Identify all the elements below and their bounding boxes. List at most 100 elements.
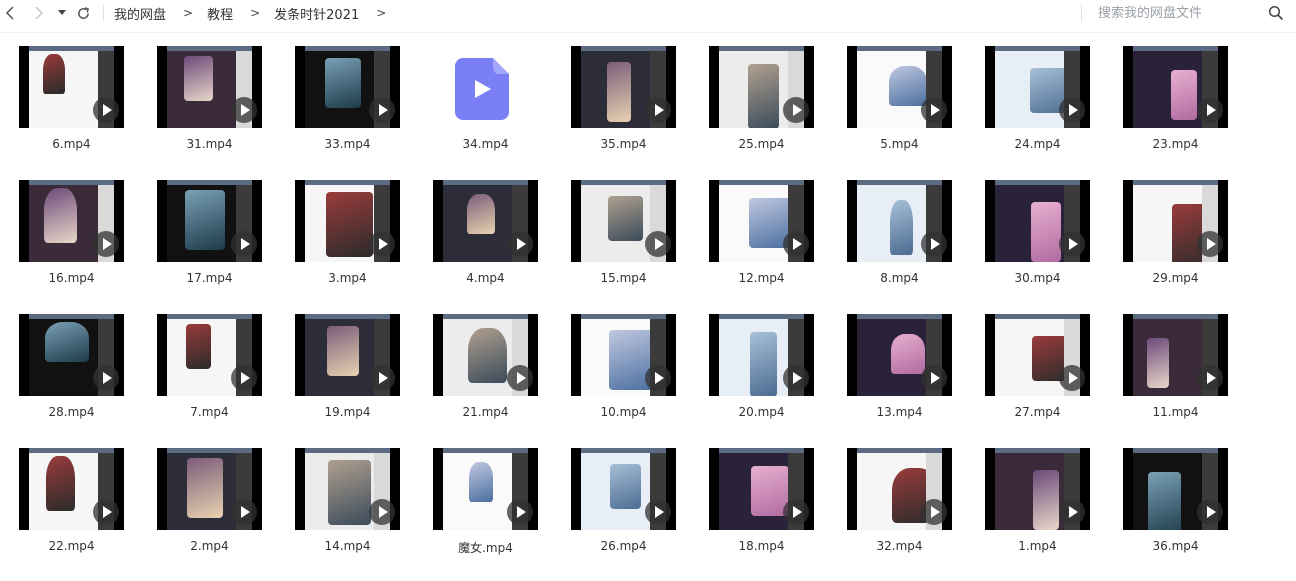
- file-tile[interactable]: 魔女.mp4: [415, 448, 553, 581]
- file-name: 22.mp4: [48, 539, 95, 553]
- play-icon[interactable]: [93, 231, 119, 257]
- play-icon[interactable]: [1059, 499, 1085, 525]
- file-name: 35.mp4: [600, 137, 647, 151]
- toolbar-bottom-border: [0, 32, 1296, 33]
- file-tile[interactable]: 10.mp4: [553, 314, 691, 448]
- play-icon[interactable]: [507, 365, 533, 391]
- search-input[interactable]: [1098, 3, 1268, 23]
- file-name: 16.mp4: [48, 271, 95, 285]
- video-thumbnail: [985, 448, 1090, 530]
- file-tile[interactable]: 11.mp4: [1105, 314, 1243, 448]
- play-icon[interactable]: [507, 231, 533, 257]
- play-icon[interactable]: [921, 499, 947, 525]
- back-button[interactable]: [1, 3, 19, 23]
- file-tile[interactable]: 12.mp4: [691, 180, 829, 314]
- video-thumbnail: [1123, 448, 1228, 530]
- play-icon[interactable]: [231, 231, 257, 257]
- file-tile[interactable]: 19.mp4: [277, 314, 415, 448]
- play-icon[interactable]: [645, 97, 671, 123]
- thumbnail-artwork: [608, 196, 643, 241]
- file-tile[interactable]: 16.mp4: [1, 180, 139, 314]
- file-tile[interactable]: 36.mp4: [1105, 448, 1243, 581]
- play-icon[interactable]: [231, 97, 257, 123]
- file-tile[interactable]: 4.mp4: [415, 180, 553, 314]
- file-tile[interactable]: 6.mp4: [1, 46, 139, 180]
- file-tile[interactable]: 3.mp4: [277, 180, 415, 314]
- play-icon[interactable]: [783, 97, 809, 123]
- forward-button[interactable]: [30, 3, 48, 23]
- play-icon[interactable]: [93, 97, 119, 123]
- file-tile[interactable]: 27.mp4: [967, 314, 1105, 448]
- file-name: 32.mp4: [876, 539, 923, 553]
- play-icon[interactable]: [369, 499, 395, 525]
- file-tile[interactable]: 33.mp4: [277, 46, 415, 180]
- file-tile[interactable]: 20.mp4: [691, 314, 829, 448]
- play-icon[interactable]: [1059, 365, 1085, 391]
- file-tile[interactable]: 14.mp4: [277, 448, 415, 581]
- file-tile[interactable]: 30.mp4: [967, 180, 1105, 314]
- file-tile[interactable]: 7.mp4: [139, 314, 277, 448]
- file-tile[interactable]: 32.mp4: [829, 448, 967, 581]
- file-tile[interactable]: 23.mp4: [1105, 46, 1243, 180]
- file-name: 魔女.mp4: [458, 541, 513, 555]
- play-icon[interactable]: [369, 97, 395, 123]
- file-tile[interactable]: 15.mp4: [553, 180, 691, 314]
- play-icon[interactable]: [1197, 231, 1223, 257]
- breadcrumb-item-root[interactable]: 我的网盘: [114, 4, 166, 23]
- refresh-button[interactable]: [73, 3, 93, 23]
- play-icon[interactable]: [231, 365, 257, 391]
- file-tile[interactable]: 13.mp4: [829, 314, 967, 448]
- thumbnail-artwork: [326, 192, 373, 257]
- play-icon[interactable]: [1059, 231, 1085, 257]
- play-icon[interactable]: [369, 365, 395, 391]
- file-tile[interactable]: 17.mp4: [139, 180, 277, 314]
- play-icon[interactable]: [645, 365, 671, 391]
- file-tile[interactable]: 18.mp4: [691, 448, 829, 581]
- file-tile[interactable]: 35.mp4: [553, 46, 691, 180]
- search-icon[interactable]: [1268, 5, 1284, 21]
- video-thumbnail: [19, 314, 124, 396]
- thumbnail-artwork: [185, 190, 225, 250]
- play-icon[interactable]: [783, 231, 809, 257]
- video-thumbnail: [571, 314, 676, 396]
- file-tile[interactable]: 22.mp4: [1, 448, 139, 581]
- file-tile[interactable]: 34.mp4: [415, 46, 553, 180]
- file-tile[interactable]: 26.mp4: [553, 448, 691, 581]
- file-tile[interactable]: 1.mp4: [967, 448, 1105, 581]
- play-icon[interactable]: [921, 97, 947, 123]
- play-icon[interactable]: [921, 365, 947, 391]
- file-tile[interactable]: 31.mp4: [139, 46, 277, 180]
- file-tile[interactable]: 28.mp4: [1, 314, 139, 448]
- file-tile[interactable]: 29.mp4: [1105, 180, 1243, 314]
- play-icon[interactable]: [1197, 365, 1223, 391]
- play-icon[interactable]: [921, 231, 947, 257]
- file-tile[interactable]: 5.mp4: [829, 46, 967, 180]
- history-dropdown-button[interactable]: [55, 3, 69, 23]
- thumbnail-artwork: [750, 332, 777, 396]
- play-icon[interactable]: [369, 231, 395, 257]
- play-icon[interactable]: [93, 499, 119, 525]
- play-icon[interactable]: [1197, 499, 1223, 525]
- play-icon[interactable]: [783, 499, 809, 525]
- play-icon[interactable]: [645, 231, 671, 257]
- file-name: 17.mp4: [186, 271, 233, 285]
- play-icon[interactable]: [93, 365, 119, 391]
- play-icon[interactable]: [1197, 97, 1223, 123]
- play-icon[interactable]: [507, 499, 533, 525]
- file-tile[interactable]: 2.mp4: [139, 448, 277, 581]
- breadcrumb-item-tutorials[interactable]: 教程: [207, 4, 233, 23]
- file-tile[interactable]: 25.mp4: [691, 46, 829, 180]
- video-thumbnail: [985, 314, 1090, 396]
- play-icon[interactable]: [783, 365, 809, 391]
- video-thumbnail: [157, 314, 262, 396]
- play-icon[interactable]: [231, 499, 257, 525]
- file-tile[interactable]: 21.mp4: [415, 314, 553, 448]
- breadcrumb-separator[interactable]: >: [376, 6, 386, 20]
- breadcrumb-item-current[interactable]: 发条时针2021: [274, 4, 359, 23]
- play-icon[interactable]: [645, 499, 671, 525]
- file-tile[interactable]: 8.mp4: [829, 180, 967, 314]
- video-thumbnail: [985, 180, 1090, 262]
- play-icon[interactable]: [1059, 97, 1085, 123]
- file-name: 4.mp4: [466, 271, 505, 285]
- file-tile[interactable]: 24.mp4: [967, 46, 1105, 180]
